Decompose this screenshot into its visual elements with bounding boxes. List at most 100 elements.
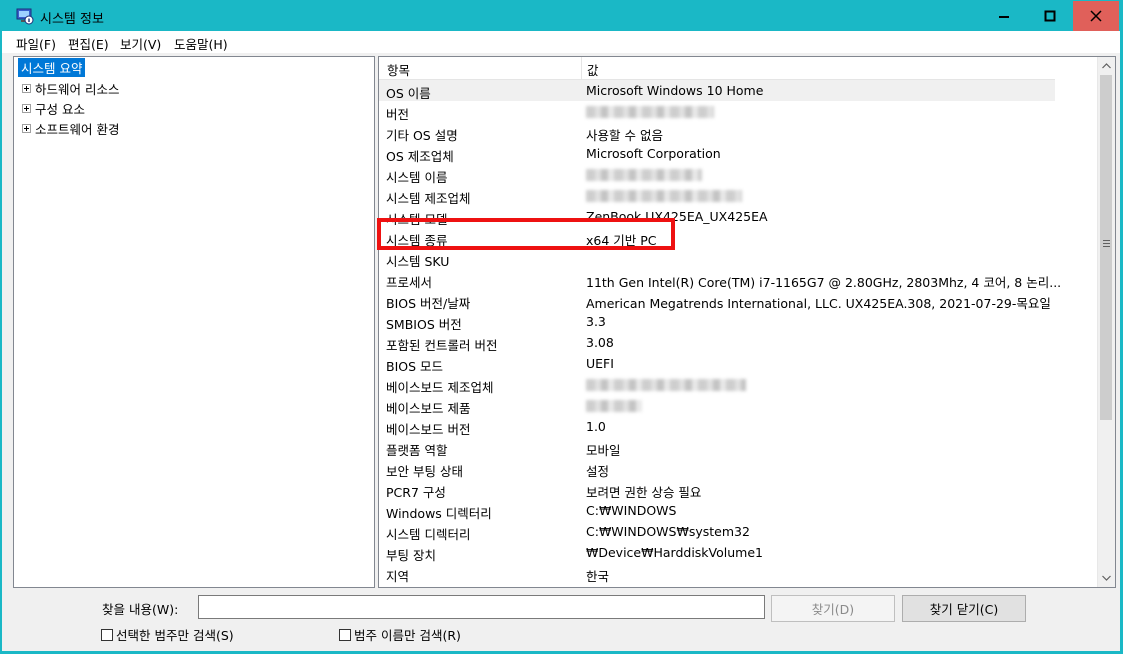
table-row[interactable]: 시스템 종류 x64 기반 PC — [379, 227, 1097, 248]
table-row[interactable]: 포함된 컨트롤러 버전 3.08 — [379, 332, 1097, 353]
table-row[interactable]: 시스템 SKU — [379, 248, 1097, 269]
close-find-button[interactable]: 찾기 닫기(C) — [902, 595, 1026, 622]
row-item-label: OS 이름 — [386, 86, 431, 101]
minimize-icon — [999, 16, 1009, 18]
row-value: 사용할 수 없음 — [586, 128, 663, 143]
search-selected-category-checkbox[interactable]: 선택한 범주만 검색(S) — [101, 625, 234, 644]
column-header-value[interactable]: 값 — [587, 60, 599, 79]
grip-icon — [1103, 240, 1110, 249]
row-value: UEFI — [586, 356, 614, 371]
table-row[interactable]: 베이스보드 제조업체 — [379, 374, 1097, 395]
close-icon — [1090, 10, 1102, 22]
column-divider[interactable] — [581, 57, 582, 79]
table-row[interactable]: 보안 부팅 상태 설정 — [379, 458, 1097, 479]
table-row[interactable]: OS 제조업체 Microsoft Corporation — [379, 143, 1097, 164]
row-value: x64 기반 PC — [586, 233, 657, 248]
list-header: 항목 값 — [379, 57, 1055, 80]
row-item-label: Windows 디렉터리 — [386, 506, 492, 521]
system-information-window: 시스템 정보 파일(F) 편집(E) 보기(V) 도움말(H) 시스템 요약 하… — [1, 0, 1121, 652]
row-item-label: OS 제조업체 — [386, 149, 454, 164]
redaction-blur — [586, 400, 642, 412]
tree-item-system-summary[interactable]: 시스템 요약 — [18, 58, 86, 77]
title-bar[interactable]: 시스템 정보 — [2, 1, 1120, 31]
category-tree[interactable]: 시스템 요약 하드웨어 리소스 구성 요소 소프트웨어 환경 — [13, 56, 375, 588]
row-item-label: PCR7 구성 — [386, 485, 446, 500]
menu-file[interactable]: 파일(F) — [16, 34, 56, 53]
table-row[interactable]: 버전 — [379, 101, 1097, 122]
maximize-button[interactable] — [1027, 1, 1073, 31]
expand-icon[interactable] — [22, 103, 31, 113]
row-value: 3.3 — [586, 314, 606, 329]
menu-help[interactable]: 도움말(H) — [174, 34, 228, 53]
tree-item-label: 구성 요소 — [35, 101, 85, 117]
scroll-thumb[interactable] — [1100, 75, 1112, 420]
details-list[interactable]: 항목 값 OS 이름 Microsoft Windows 10 Home 버전 기타 … — [378, 56, 1116, 588]
row-item-label: 프로세서 — [386, 275, 433, 290]
table-row[interactable]: 시스템 제조업체 — [379, 185, 1097, 206]
menu-view[interactable]: 보기(V) — [120, 34, 161, 53]
table-row[interactable]: 시스템 디렉터리 C:₩WINDOWS₩system32 — [379, 521, 1097, 542]
table-row[interactable]: 베이스보드 버전 1.0 — [379, 416, 1097, 437]
row-value: Microsoft Corporation — [586, 146, 721, 161]
row-item-label: 베이스보드 버전 — [386, 422, 471, 437]
redaction-blur — [586, 169, 702, 181]
row-item-label: 시스템 모델 — [386, 212, 448, 227]
row-item-label: 지역 — [386, 569, 410, 584]
table-row[interactable]: 시스템 이름 — [379, 164, 1097, 185]
scroll-up-button[interactable] — [1098, 57, 1115, 74]
tree-item-components[interactable]: 구성 요소 — [14, 98, 85, 118]
table-row[interactable]: 시스템 모델 ZenBook UX425EA_UX425EA — [379, 206, 1097, 227]
tree-item-label: 하드웨어 리소스 — [35, 81, 120, 97]
find-input[interactable] — [198, 595, 765, 619]
expand-icon[interactable] — [22, 123, 31, 133]
table-row[interactable]: BIOS 버전/날짜 American Megatrends Internatio… — [379, 290, 1097, 311]
menu-bar: 파일(F) 편집(E) 보기(V) 도움말(H) — [2, 31, 1120, 53]
row-item-label: 보안 부팅 상태 — [386, 464, 463, 479]
table-row[interactable]: BIOS 모드 UEFI — [379, 353, 1097, 374]
row-item-label: 버전 — [386, 107, 410, 122]
table-row[interactable]: 플랫폼 역할 모바일 — [379, 437, 1097, 458]
row-value: C:₩WINDOWS — [586, 503, 677, 518]
table-row[interactable]: Windows 디렉터리 C:₩WINDOWS — [379, 500, 1097, 521]
find-label: 찾을 내용(W): — [102, 602, 179, 617]
find-button[interactable]: 찾기(D) — [771, 595, 895, 622]
row-value: 11th Gen Intel(R) Core(TM) i7-1165G7 @ 2… — [586, 275, 1062, 290]
table-row[interactable]: OS 이름 Microsoft Windows 10 Home — [379, 80, 1055, 101]
table-row[interactable]: 기타 OS 설명 사용할 수 없음 — [379, 122, 1097, 143]
table-row[interactable]: 부팅 장치 ₩Device₩HarddiskVolume1 — [379, 542, 1097, 563]
row-item-label: 기타 OS 설명 — [386, 128, 458, 143]
row-value: American Megatrends International, LLC. … — [586, 296, 1051, 311]
row-item-label: 베이스보드 제조업체 — [386, 380, 494, 395]
row-item-label: 시스템 디렉터리 — [386, 527, 471, 542]
column-header-item[interactable]: 항목 — [387, 60, 410, 79]
checkbox-box[interactable] — [339, 628, 351, 641]
search-category-names-checkbox[interactable]: 범주 이름만 검색(R) — [339, 625, 461, 644]
table-row[interactable]: SMBIOS 버전 3.3 — [379, 311, 1097, 332]
menu-edit[interactable]: 편집(E) — [68, 34, 109, 53]
row-value: ZenBook UX425EA_UX425EA — [586, 209, 768, 224]
row-value: 한국 — [586, 569, 610, 584]
system-information-icon — [16, 7, 34, 25]
redacted-value — [586, 167, 702, 184]
window-title: 시스템 정보 — [40, 12, 104, 27]
table-row[interactable]: 베이스보드 제품 — [379, 395, 1097, 416]
expand-icon[interactable] — [22, 83, 31, 93]
scroll-down-button[interactable] — [1098, 569, 1115, 586]
table-row[interactable]: PCR7 구성 보려면 권한 상승 필요 — [379, 479, 1097, 500]
redaction-blur — [586, 106, 714, 118]
row-item-label: 플랫폼 역할 — [386, 443, 448, 458]
checkbox-label: 선택한 범주만 검색(S) — [116, 628, 234, 643]
row-item-label: BIOS 버전/날짜 — [386, 296, 471, 311]
tree-item-hardware-resources[interactable]: 하드웨어 리소스 — [14, 78, 119, 98]
table-row[interactable]: 프로세서 11th Gen Intel(R) Core(TM) i7-1165G7… — [379, 269, 1097, 290]
row-value: 모바일 — [586, 443, 621, 458]
table-row[interactable]: 지역 한국 — [379, 563, 1097, 584]
redacted-value — [586, 398, 642, 415]
row-value: 설정 — [586, 464, 610, 479]
checkbox-box[interactable] — [101, 628, 113, 641]
close-button[interactable] — [1073, 1, 1119, 31]
minimize-button[interactable] — [981, 1, 1027, 31]
row-item-label: 시스템 종류 — [386, 233, 448, 248]
tree-item-software-environment[interactable]: 소프트웨어 환경 — [14, 118, 119, 138]
vertical-scrollbar[interactable] — [1097, 57, 1115, 587]
